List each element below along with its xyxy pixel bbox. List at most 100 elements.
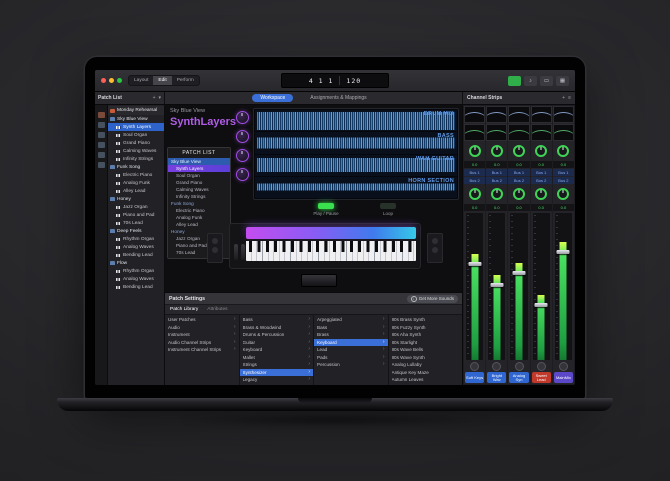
mode-button-edit[interactable]: Edit (153, 76, 171, 85)
patch-row[interactable]: Electric Piano (108, 171, 164, 179)
gain-knob[interactable] (491, 145, 503, 157)
patch-row[interactable]: Rhythm Organ (108, 235, 164, 243)
library-tab-attributes[interactable]: Attributes (207, 307, 227, 312)
set-shortcut-icon[interactable] (98, 132, 105, 138)
library-item[interactable]: Bass› (240, 316, 314, 324)
library-item[interactable]: Synthesizer› (240, 369, 314, 377)
library-item[interactable]: Mallet› (240, 354, 314, 362)
tab-workspace[interactable]: Workspace (252, 94, 293, 102)
strip-menu-icon[interactable]: ≡ (568, 95, 571, 101)
strip-name-chip[interactable]: Soft Keys (465, 372, 484, 383)
library-item[interactable]: 80s Aha Synth (389, 331, 463, 339)
screen-button-loop[interactable]: Loop (365, 203, 411, 216)
widget-patch-row[interactable]: Soul Organ (168, 172, 230, 179)
plugin-display[interactable] (508, 124, 529, 141)
compressor-knob[interactable] (557, 188, 569, 200)
library-item[interactable]: Drums & Percussion› (240, 331, 314, 339)
patch-row[interactable]: Analog Funk (108, 179, 164, 187)
library-item[interactable]: Lead› (314, 346, 388, 354)
library-item[interactable]: Instrument Channel Strips› (165, 346, 239, 354)
eq-display[interactable] (553, 106, 574, 123)
widget-patch-row[interactable]: Synth Layers (168, 165, 230, 172)
waveform-display[interactable]: DRUM MIXBASSWAH GUITARHORN SECTION (253, 108, 459, 200)
volume-fader[interactable] (466, 213, 483, 360)
add-patch-icon[interactable]: + (153, 95, 156, 101)
pedal-graphic[interactable] (301, 274, 337, 287)
library-item[interactable]: Pads› (314, 354, 388, 362)
widget-patch-row[interactable]: Grand Piano (168, 179, 230, 186)
minimize-button[interactable] (109, 78, 114, 83)
widget-patch-row[interactable]: Analog Funk (168, 214, 230, 221)
pan-knob[interactable] (464, 362, 485, 371)
patch-row[interactable]: Synth Layers (108, 123, 164, 131)
gain-knob[interactable] (469, 145, 481, 157)
eq-display[interactable] (531, 106, 552, 123)
plugin-display[interactable] (531, 124, 552, 141)
pan-knob[interactable] (508, 362, 529, 371)
widget-patch-row[interactable]: Calming Waves (168, 186, 230, 193)
patch-list-menu-icon[interactable]: ▾ (158, 95, 161, 101)
patch-row[interactable]: Analog Waves (108, 243, 164, 251)
strip-name-chip[interactable]: MainMix (554, 372, 573, 383)
compressor-knob[interactable] (513, 188, 525, 200)
metronome-icon[interactable]: ♪ (524, 76, 537, 86)
library-item[interactable]: Keyboard› (240, 346, 314, 354)
patch-row[interactable]: Infinity Strings (108, 155, 164, 163)
waveform-track[interactable]: HORN SECTION (255, 177, 457, 198)
volume-fader[interactable] (510, 213, 527, 360)
send-slot[interactable]: Bus 2 (508, 177, 529, 184)
library-item[interactable]: Brass› (314, 331, 388, 339)
send-slot[interactable]: Bus 2 (531, 177, 552, 184)
library-item[interactable]: Guitar› (240, 339, 314, 347)
full-screen-icon[interactable]: ▦ (556, 76, 569, 86)
patch-row[interactable]: Grand Piano (108, 139, 164, 147)
library-item[interactable]: Percussion› (314, 361, 388, 369)
set-row[interactable]: Deep Feels (108, 227, 164, 235)
widget-set-row[interactable]: Funk Song (168, 200, 230, 207)
patch-row[interactable]: Alley Lead (108, 187, 164, 195)
send-slot[interactable]: Bus 1 (553, 169, 574, 176)
compressor-knob[interactable] (469, 188, 481, 200)
send-slot[interactable]: Bus 1 (508, 169, 529, 176)
library-item[interactable]: 80s Wave Bells (389, 346, 463, 354)
library-item[interactable]: Antique Key Maze (389, 369, 463, 377)
send-slot[interactable]: Bus 2 (553, 177, 574, 184)
widget-patch-row[interactable]: Alley Lead (168, 221, 230, 228)
screen-knob[interactable] (236, 111, 249, 124)
keyboard-keys[interactable] (246, 241, 416, 261)
zoom-button[interactable] (117, 78, 122, 83)
library-item[interactable]: Arpeggiated› (314, 316, 388, 324)
volume-fader[interactable] (488, 213, 505, 360)
keyboard-graphic[interactable] (229, 223, 421, 269)
patch-row[interactable]: Bending Lead (108, 283, 164, 291)
send-slot[interactable]: Bus 2 (486, 177, 507, 184)
set-row[interactable]: Honey (108, 195, 164, 203)
mode-button-layout[interactable]: Layout (129, 76, 153, 85)
library-item[interactable]: Audio› (165, 324, 239, 332)
screen-knob[interactable] (236, 130, 249, 143)
plugin-display[interactable] (464, 124, 485, 141)
monitor-on-button[interactable] (508, 76, 521, 86)
widget-patch-row[interactable]: Infinity Strings (168, 193, 230, 200)
set-row[interactable]: Funk Song (108, 163, 164, 171)
mod-wheel[interactable] (241, 244, 245, 260)
set-shortcut-icon[interactable] (98, 122, 105, 128)
screen-knob[interactable] (236, 168, 249, 181)
library-item[interactable]: Audio Channel Strips› (165, 339, 239, 347)
compressor-knob[interactable] (491, 188, 503, 200)
patch-row[interactable]: 70s Lead (108, 219, 164, 227)
mode-button-perform[interactable]: Perform (172, 76, 199, 85)
strip-name-chip[interactable]: Bright Wav (487, 372, 506, 383)
patch-row[interactable]: Jazz Organ (108, 203, 164, 211)
strip-add-icon[interactable]: + (562, 95, 565, 101)
patch-row[interactable]: Piano and Pad (108, 211, 164, 219)
strip-name-chip[interactable]: Analog Syn (509, 372, 528, 383)
concert-row[interactable]: Monday Rehearsal (108, 106, 164, 115)
gain-knob[interactable] (513, 145, 525, 157)
compressor-knob[interactable] (535, 188, 547, 200)
eq-display[interactable] (486, 106, 507, 123)
fader-cap[interactable] (490, 283, 503, 287)
library-item[interactable]: Analog Lullaby (389, 361, 463, 369)
send-slot[interactable]: Bus 2 (464, 177, 485, 184)
volume-fader[interactable] (555, 213, 572, 360)
